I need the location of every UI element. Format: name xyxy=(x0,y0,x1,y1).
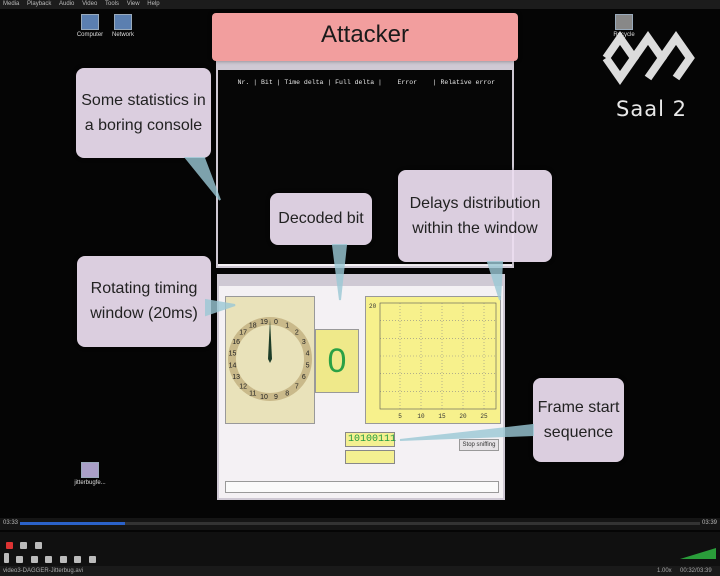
callout-pointers xyxy=(183,157,534,441)
player-controls xyxy=(0,532,720,566)
shuffle-icon[interactable] xyxy=(88,556,96,563)
status-time: 00:32/03:39 xyxy=(680,568,712,574)
status-bar: video3-DAGGER-Jitterbug.avi 1.00x 00:32/… xyxy=(0,566,720,576)
fullscreen-icon[interactable] xyxy=(59,556,67,563)
time-elapsed: 03:33 xyxy=(3,520,19,526)
record-icon[interactable] xyxy=(6,542,13,549)
snapshot-icon[interactable] xyxy=(20,542,28,549)
next-icon[interactable] xyxy=(45,556,53,563)
pause-icon[interactable] xyxy=(4,553,9,563)
status-filename: video3-DAGGER-Jitterbug.avi xyxy=(3,568,84,574)
status-speed: 1.00x xyxy=(657,568,672,574)
seek-progress xyxy=(20,522,126,525)
volume-slider[interactable] xyxy=(680,548,716,560)
loop-icon[interactable] xyxy=(34,542,42,549)
seek-slider[interactable] xyxy=(20,522,700,525)
playlist-icon[interactable] xyxy=(74,556,82,563)
previous-icon[interactable] xyxy=(16,556,24,563)
stop-icon[interactable] xyxy=(30,556,38,563)
time-total: 03:39 xyxy=(702,520,718,526)
